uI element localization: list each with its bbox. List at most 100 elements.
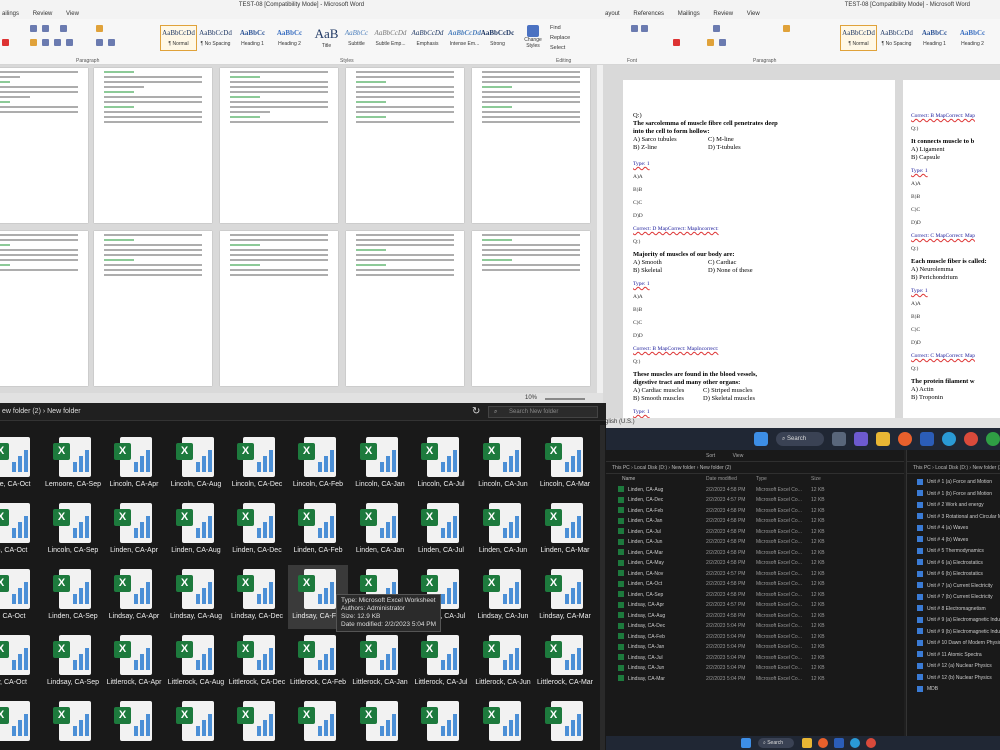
excel-file-item[interactable]: X Littlerock, CA-Jan <box>350 631 410 695</box>
change-styles-button[interactable]: Change Styles <box>522 25 544 49</box>
folder-row[interactable]: Unit # 9 (b) Electromagnetic Induction &… <box>907 627 1000 639</box>
excel-file-item[interactable]: X Littlerock, CA-Aug <box>166 631 226 695</box>
tab-mailings[interactable]: Mailings <box>678 11 700 17</box>
folder-row[interactable]: Unit # 9 (a) Electromagnetic Induction &… <box>907 615 1000 627</box>
folder-row[interactable]: Unit # 10 Dawn of Modern Physics <box>907 638 1000 650</box>
excel-file-item[interactable]: X Linden, CA-Aug <box>166 499 226 563</box>
file-row[interactable]: Linden, CA-May 2/2/2023 4:58 PM Microsoft … <box>606 558 904 569</box>
numbering-icon[interactable] <box>42 25 49 32</box>
file-row[interactable]: Linden, CA-Nov 2/2/2023 4:57 PM Microsoft … <box>606 569 904 580</box>
chrome-icon[interactable] <box>964 432 978 446</box>
folder-row[interactable]: Unit # 3 Rotational and Circular Motion <box>907 512 1000 524</box>
tab-mailings[interactable]: ailings <box>2 11 19 17</box>
file-row[interactable]: Linden, CA-Aug 2/2/2023 4:58 PM Microsoft … <box>606 485 904 496</box>
sort-icon[interactable] <box>783 25 790 32</box>
file-row[interactable]: Lindsay, CA-Aug 2/2/2023 4:58 PM Microsoft… <box>606 611 904 622</box>
task-view-icon[interactable] <box>832 432 846 446</box>
folder-row[interactable]: Unit # 5 Thermodynamics <box>907 546 1000 558</box>
excel-file-item[interactable]: X Linden, CA-Mar <box>535 499 595 563</box>
start-icon[interactable] <box>754 432 768 446</box>
excel-file-item[interactable]: X Littlerock, CA-Jun <box>473 631 533 695</box>
excel-file-item[interactable]: X Lincoln, CA-Dec <box>227 433 287 497</box>
tab-review[interactable]: Review <box>33 11 53 17</box>
style-emphasis[interactable]: AaBbCcDd Emphasis <box>409 25 446 51</box>
style-no-spacing[interactable]: AaBbCcDd ¶ No Spacing <box>878 25 915 51</box>
file-row[interactable]: Lindsay, CA-Jun 2/2/2023 5:04 PM Microsoft… <box>606 663 904 674</box>
header-type[interactable]: Type <box>756 474 767 485</box>
excel-file-item[interactable]: X Linden, CA-Feb <box>288 499 348 563</box>
file-explorer-icon[interactable] <box>802 738 812 748</box>
select-button[interactable]: Select <box>550 43 570 53</box>
folder-row[interactable]: Unit # 4 (a) Waves <box>907 523 1000 535</box>
edge-icon[interactable] <box>850 738 860 748</box>
excel-file-item[interactable]: X Lincoln, CA-Mar <box>535 433 595 497</box>
folder-row[interactable]: Unit # 1 (b) Force and Motion <box>907 489 1000 501</box>
zoom-level[interactable]: 10% <box>525 395 537 401</box>
file-row[interactable]: Lindsay, CA-Dec 2/2/2023 5:04 PM Microsoft… <box>606 621 904 632</box>
excel-file-item[interactable]: X Lindsay, CA-Mar <box>535 565 595 629</box>
excel-file-item[interactable]: X Lincoln, CA-Aug <box>166 433 226 497</box>
align-center-icon[interactable] <box>719 39 726 46</box>
breadcrumb[interactable]: This PC › Local Disk (D:) › New folder ›… <box>606 462 904 474</box>
folder-row[interactable]: Unit # 6 (a) Electrostatics <box>907 558 1000 570</box>
word-icon[interactable] <box>834 738 844 748</box>
excel-file-item[interactable]: X <box>227 697 287 750</box>
sort-icon[interactable] <box>96 25 103 32</box>
file-row[interactable]: Linden, CA-Jul 2/2/2023 4:58 PM Microsoft … <box>606 527 904 538</box>
file-row[interactable]: Lindsay, CA-Mar 2/2/2023 5:04 PM Microsoft… <box>606 674 904 685</box>
justify-icon[interactable] <box>66 39 73 46</box>
excel-file-item[interactable]: X Lincoln, CA-Apr <box>104 433 164 497</box>
font-color-icon[interactable] <box>2 39 9 46</box>
excel-file-item[interactable]: X Linden, CA-Apr <box>104 499 164 563</box>
excel-file-item[interactable]: X <box>350 697 410 750</box>
folder-row[interactable]: Unit # 6 (b) Electrostatics <box>907 569 1000 581</box>
header-size[interactable]: Size <box>811 474 821 485</box>
sort-button[interactable]: Sort <box>706 453 715 459</box>
file-row[interactable]: Linden, CA-Jun 2/2/2023 4:58 PM Microsoft … <box>606 537 904 548</box>
excel-file-item[interactable]: X Littlerock, CA-Apr <box>104 631 164 695</box>
excel-file-item[interactable]: Xn, CA-Oct <box>0 499 42 563</box>
style-strong[interactable]: AaBbCcDc Strong <box>479 25 516 51</box>
search-box[interactable]: ⌕ Search New folder <box>488 406 598 418</box>
document-pages[interactable] <box>0 65 597 393</box>
style-heading-1[interactable]: AaBbCc Heading 1 <box>234 25 271 51</box>
excel-file-item[interactable]: X <box>104 697 164 750</box>
style-heading-2[interactable]: AaBbCc Heading 2 <box>271 25 308 51</box>
folder-row[interactable]: Unit # 11 Atomic Spectra <box>907 650 1000 662</box>
tab-page-layout[interactable]: ayout <box>605 11 620 17</box>
font-color-icon[interactable] <box>673 39 680 46</box>
excel-file-item[interactable]: X Littlerock, CA-Jul <box>411 631 471 695</box>
refresh-icon[interactable]: ↻ <box>472 403 480 421</box>
folder-row[interactable]: Unit # 1 (a) Force and Motion <box>907 477 1000 489</box>
address-bar[interactable]: ew folder (2) › New folder ↻ ⌕ Search Ne… <box>0 403 606 421</box>
grow-font-icon[interactable] <box>631 25 638 32</box>
style-heading-1[interactable]: AaBbCc Heading 1 <box>916 25 953 51</box>
firefox-icon[interactable] <box>818 738 828 748</box>
bullets-icon[interactable] <box>713 25 720 32</box>
excel-file-item[interactable]: X Linden, CA-Sep <box>43 565 103 629</box>
header-name[interactable]: Name <box>622 476 635 482</box>
align-left-icon[interactable] <box>30 39 37 46</box>
bullets-icon[interactable] <box>30 25 37 32</box>
excel-file-item[interactable]: X Lincoln, CA-Jul <box>411 433 471 497</box>
find-button[interactable]: Find <box>550 23 570 33</box>
excel-file-item[interactable]: X Linden, CA-Dec <box>227 499 287 563</box>
excel-file-item[interactable]: X <box>0 697 42 750</box>
zoom-slider[interactable] <box>545 398 585 400</box>
view-button[interactable]: View <box>733 453 744 459</box>
excel-file-item[interactable]: X , CA-Oct <box>0 565 42 629</box>
style-heading-2[interactable]: AaBbCc Heading 2 <box>954 25 991 51</box>
header-date[interactable]: Date modified <box>706 474 737 485</box>
chrome-icon[interactable] <box>986 432 1000 446</box>
excel-file-item[interactable]: X <box>473 697 533 750</box>
align-left-icon[interactable] <box>707 39 714 46</box>
file-row[interactable]: Linden, CA-Sep 2/2/2023 4:58 PM Microsoft … <box>606 590 904 601</box>
excel-file-item[interactable]: X <box>43 697 103 750</box>
word-icon[interactable] <box>920 432 934 446</box>
excel-file-item[interactable]: Xore, CA-Oct <box>0 433 42 497</box>
folder-row[interactable]: Unit # 2 Work and energy <box>907 500 1000 512</box>
file-row[interactable]: Linden, CA-Mar 2/2/2023 4:58 PM Microsoft … <box>606 548 904 559</box>
excel-file-item[interactable]: X Linden, CA-Jan <box>350 499 410 563</box>
meet-icon[interactable] <box>854 432 868 446</box>
breadcrumb[interactable]: ew folder (2) › New folder <box>2 408 81 415</box>
